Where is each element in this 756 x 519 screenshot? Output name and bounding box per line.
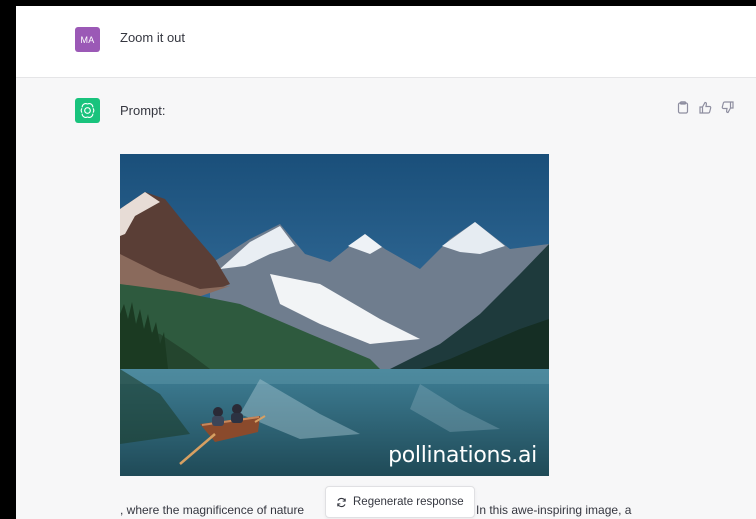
assistant-message-row: Prompt: pollinations.ai , where the magn…	[16, 79, 756, 519]
refresh-icon	[337, 497, 346, 507]
message-actions	[676, 100, 734, 114]
user-message-text: Zoom it out	[120, 30, 186, 45]
response-text-start: , where the magnificence of nature	[120, 503, 305, 517]
response-text-continued: In this awe-inspiring image, a	[476, 503, 632, 517]
assistant-label: Prompt:	[120, 103, 166, 118]
user-avatar-initials: MA	[80, 34, 95, 45]
user-message-row: MA Zoom it out	[16, 6, 756, 78]
thumbs-down-icon[interactable]	[720, 100, 734, 114]
image-watermark: pollinations.ai	[388, 443, 537, 468]
user-avatar: MA	[75, 27, 100, 52]
openai-logo-icon	[80, 103, 95, 118]
generated-image: pollinations.ai	[120, 154, 549, 476]
thumbs-up-icon[interactable]	[698, 100, 712, 114]
regenerate-response-label: Regenerate response	[353, 496, 464, 508]
chat-frame: MA Zoom it out Prompt: pollinations.ai ,…	[16, 6, 756, 519]
copy-icon[interactable]	[676, 100, 690, 114]
regenerate-response-button[interactable]: Regenerate response	[325, 486, 475, 518]
assistant-avatar	[75, 98, 100, 123]
